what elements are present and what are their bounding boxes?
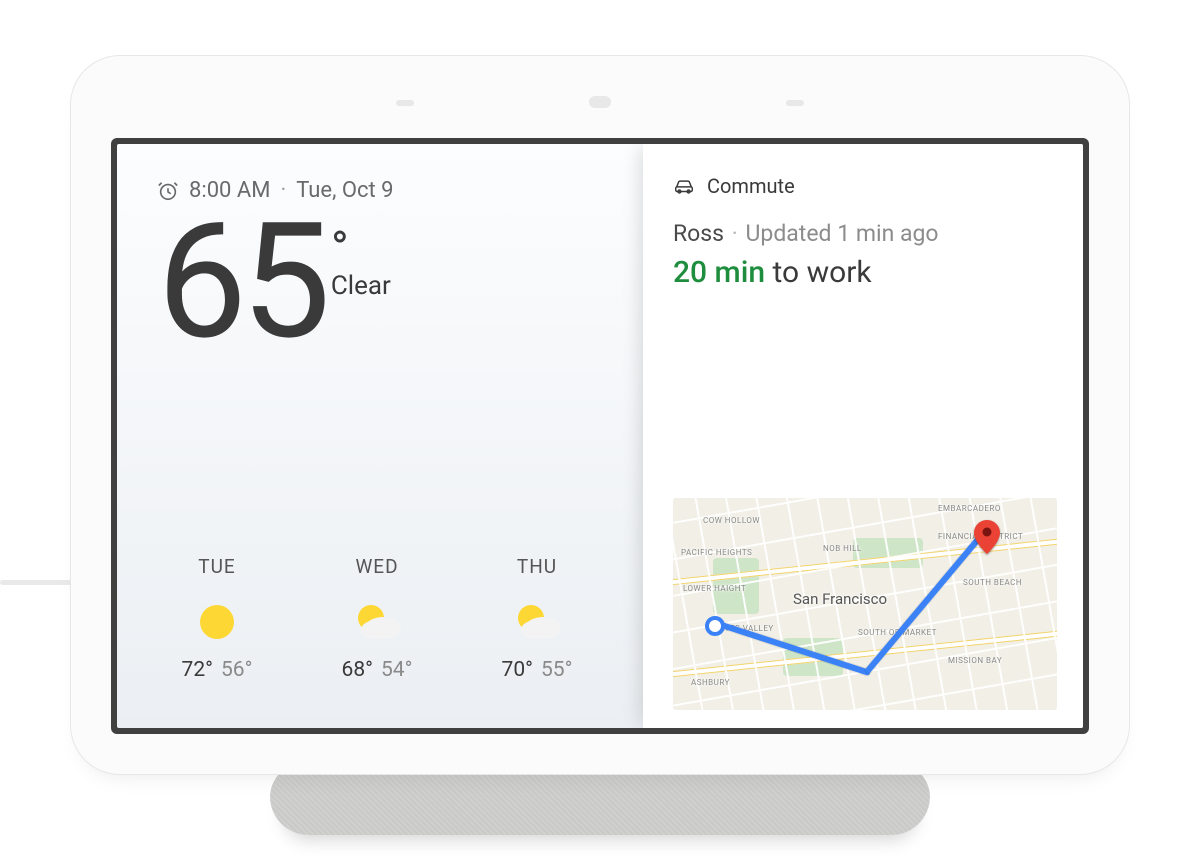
device-frame: 8:00 AM · Tue, Oct 9 65 ° Clear TUE	[70, 55, 1130, 775]
forecast-day[interactable]: TUE 72°56°	[157, 555, 277, 682]
partly-cloudy-icon	[349, 592, 405, 648]
dot-separator: ·	[732, 220, 738, 247]
route-start-dot	[705, 616, 725, 636]
map-district-label: LOWER HAIGHT	[683, 584, 746, 593]
commute-title: Commute	[707, 174, 795, 198]
car-icon	[673, 175, 695, 197]
map-district-label: NOB HILL	[823, 544, 862, 553]
map-district-label: MISSION BAY	[948, 656, 1002, 665]
forecast-day[interactable]: WED 68°54°	[317, 555, 437, 682]
map-district-label: ASHBURY	[691, 678, 730, 687]
power-cord	[0, 580, 80, 585]
commute-updated: Updated 1 min ago	[745, 220, 938, 247]
screen-bezel: 8:00 AM · Tue, Oct 9 65 ° Clear TUE	[111, 138, 1089, 734]
forecast-temps: 70°55°	[502, 658, 573, 682]
commute-header: Commute	[673, 174, 1057, 198]
weather-condition: Clear	[331, 271, 391, 301]
map-district-label: PACIFIC HEIGHTS	[681, 548, 752, 557]
mic-opening-right	[786, 100, 804, 106]
commute-source: Ross	[673, 220, 724, 247]
forecast-day-label: WED	[355, 555, 398, 578]
eta-value: 20 min	[673, 255, 765, 290]
destination-pin-icon	[974, 520, 1000, 554]
partly-cloudy-icon	[509, 592, 565, 648]
home-screen[interactable]: 8:00 AM · Tue, Oct 9 65 ° Clear TUE	[117, 144, 1083, 728]
degree-symbol: °	[331, 225, 349, 273]
forecast-day[interactable]: THU 70°55°	[477, 555, 597, 682]
eta-suffix: to work	[773, 255, 872, 290]
map-district-label: EMBARCADERO	[938, 504, 1001, 513]
mic-opening-left	[396, 100, 414, 106]
commute-eta: 20 min to work	[673, 255, 1057, 290]
commute-map[interactable]: San Francisco EMBARCADERO COW HOLLOW FIN…	[673, 498, 1057, 710]
forecast-temps: 72°56°	[182, 658, 253, 682]
temperature-value: 65	[157, 211, 325, 355]
map-district-label: SOUTH BEACH	[963, 578, 1022, 587]
forecast-day-label: THU	[517, 555, 557, 578]
forecast-day-label: TUE	[198, 555, 235, 578]
commute-subtitle: Ross · Updated 1 min ago	[673, 220, 1057, 247]
sunny-icon	[189, 592, 245, 648]
map-city-label: San Francisco	[793, 590, 887, 608]
ambient-sensor	[589, 96, 611, 108]
map-district-label: COW HOLLOW	[703, 516, 760, 525]
commute-card[interactable]: Commute Ross · Updated 1 min ago 20 min …	[643, 144, 1083, 728]
forecast-temps: 68°54°	[342, 658, 413, 682]
